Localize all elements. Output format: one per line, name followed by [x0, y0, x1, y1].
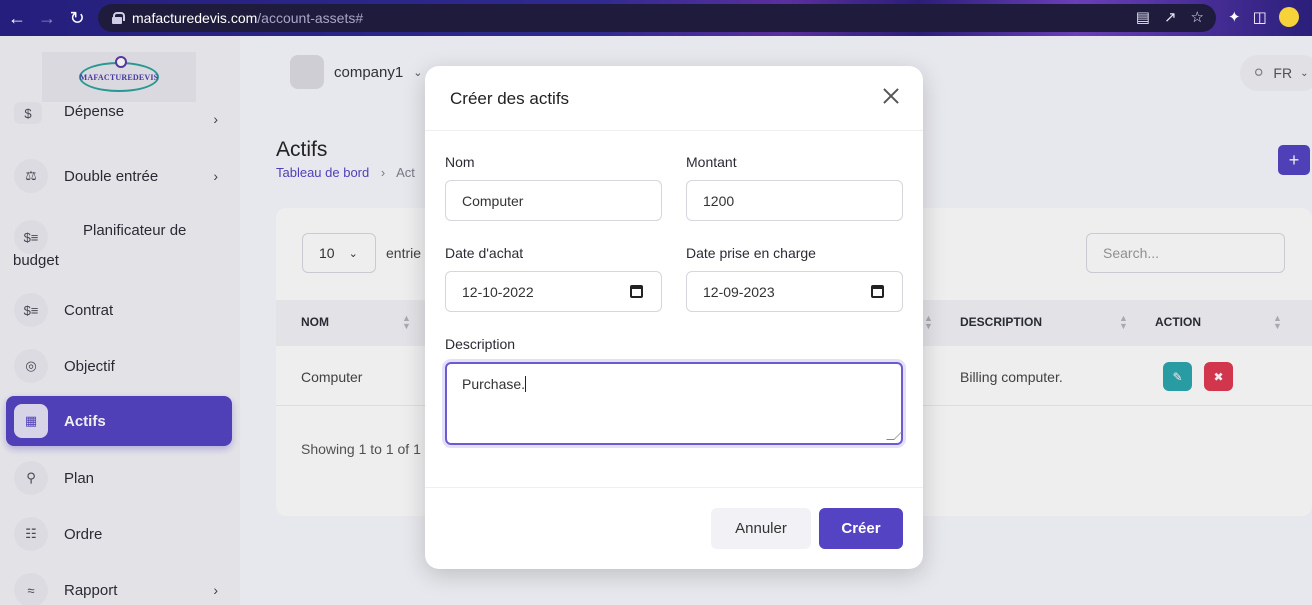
date-achat-input[interactable]: 12-10-2022 — [445, 271, 662, 312]
forward-icon[interactable]: → — [34, 5, 60, 31]
modal-title: Créer des actifs — [450, 89, 570, 108]
address-bar[interactable]: mafacturedevis.com /account-assets# ▤ ↗ … — [98, 4, 1216, 32]
close-icon[interactable] — [881, 86, 901, 106]
share-icon[interactable]: ↗ — [1164, 8, 1177, 26]
date-prise-input[interactable]: 12-09-2023 — [686, 271, 903, 312]
modal-header-divider — [425, 130, 923, 131]
description-textarea[interactable]: Purchase. — [445, 362, 903, 445]
url-path: /account-assets# — [257, 10, 364, 26]
lock-icon — [112, 12, 125, 24]
description-label: Description — [445, 336, 516, 352]
translate-icon[interactable]: ▤ — [1136, 8, 1150, 26]
nom-input[interactable]: Computer — [445, 180, 662, 221]
sidepanel-icon[interactable]: ◫ — [1253, 8, 1267, 26]
date-achat-label: Date d'achat — [445, 245, 524, 261]
back-icon[interactable]: ← — [4, 5, 30, 31]
reload-icon[interactable]: ↻ — [64, 5, 90, 31]
date-prise-value: 12-09-2023 — [703, 283, 775, 300]
create-asset-modal: Créer des actifs Nom Computer Montant 12… — [425, 66, 923, 569]
create-button[interactable]: Créer — [819, 508, 903, 549]
montant-label: Montant — [686, 154, 737, 170]
text-caret — [525, 376, 527, 392]
montant-input[interactable]: 1200 — [686, 180, 903, 221]
resize-handle[interactable] — [886, 432, 902, 440]
date-prise-label: Date prise en charge — [686, 245, 816, 261]
star-icon[interactable]: ☆ — [1191, 8, 1204, 26]
profile-avatar[interactable] — [1278, 7, 1299, 27]
cancel-button[interactable]: Annuler — [711, 508, 811, 549]
description-value: Purchase. — [462, 376, 526, 392]
calendar-icon[interactable] — [871, 285, 884, 298]
nom-label: Nom — [445, 154, 475, 170]
url-host: mafacturedevis.com — [132, 10, 258, 26]
extensions-icon[interactable]: ✦ — [1228, 8, 1241, 26]
modal-footer-divider — [425, 487, 923, 488]
date-achat-value: 12-10-2022 — [462, 283, 534, 300]
calendar-icon[interactable] — [630, 285, 643, 298]
browser-toolbar: ← → ↻ mafacturedevis.com /account-assets… — [0, 0, 1312, 36]
